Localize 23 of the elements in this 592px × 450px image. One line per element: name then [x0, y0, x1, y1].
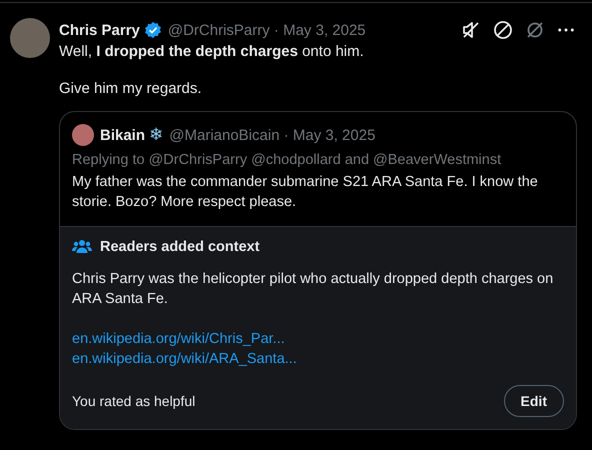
handle-and-date: @MarianoBicain · May 3, 2025	[169, 126, 376, 144]
author-name: Bikain	[100, 126, 146, 144]
more-options-icon[interactable]	[557, 27, 575, 33]
edit-button[interactable]: Edit	[504, 385, 564, 417]
quoted-post-text: My father was the commander submarine S21 ARA Santa Fe. I know the storie. Bozo? More respect please.	[72, 173, 539, 212]
source-link[interactable]: en.wikipedia.org/wiki/Chris_Par...	[72, 329, 285, 349]
rating-status: You rated as helpful	[72, 393, 196, 409]
post-text: Give him my regards.	[59, 79, 203, 99]
snowflake-emoji: ❄	[149, 125, 164, 145]
note-text: Chris Parry was the helicopter pilot who actually dropped depth charges on ARA Santa Fe.	[72, 270, 554, 309]
note-title: Readers added context	[100, 239, 260, 255]
quoted-post-card[interactable]	[59, 111, 577, 430]
source-link[interactable]: en.wikipedia.org/wiki/ARA_Santa...	[72, 349, 297, 369]
crossed-circle-icon[interactable]	[525, 20, 545, 40]
handle-and-date: @DrChrisParry · May 3, 2025	[168, 22, 366, 38]
block-icon[interactable]	[493, 20, 513, 40]
avatar-photo-placeholder	[72, 124, 94, 146]
author-name[interactable]: Chris Parry	[59, 22, 140, 38]
avatar-photo-placeholder[interactable]	[10, 18, 50, 58]
people-icon	[72, 239, 92, 255]
mute-icon[interactable]	[461, 20, 481, 40]
post-text: Well, I dropped the depth charges onto him.	[59, 42, 365, 62]
replying-to-text: Replying to @DrChrisParry @chodpollard and @BeaverWestminst	[72, 151, 502, 170]
